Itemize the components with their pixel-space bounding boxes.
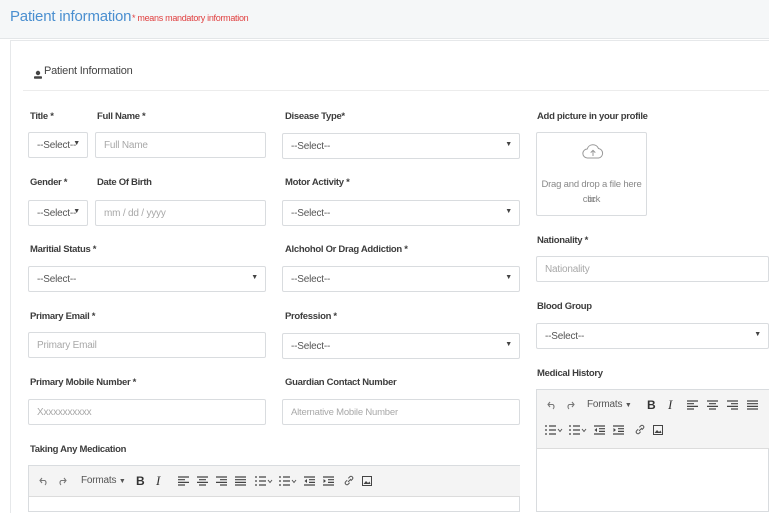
- taking-medication-label: Taking Any Medication: [30, 444, 127, 455]
- mandatory-note: * means mandatory information: [132, 13, 249, 23]
- upload-cloud-icon: [582, 143, 604, 166]
- primary-mobile-input[interactable]: [28, 399, 266, 425]
- align-center-icon[interactable]: [707, 400, 718, 410]
- motor-activity-label: Motor Activity *: [285, 177, 350, 188]
- formats-dropdown[interactable]: Formats ▼: [587, 399, 632, 410]
- caret-down-icon: ▼: [624, 402, 632, 409]
- link-icon[interactable]: [344, 475, 354, 486]
- disease-type-label: Disease Type*: [285, 111, 345, 122]
- page-title: Patient information: [10, 8, 132, 25]
- align-right-icon[interactable]: [216, 476, 227, 486]
- outdent-icon[interactable]: [594, 425, 605, 435]
- undo-icon[interactable]: [39, 476, 49, 486]
- formats-dropdown[interactable]: Formats ▼: [81, 475, 126, 486]
- image-icon[interactable]: [362, 476, 372, 486]
- editor-toolbar: Formats ▼ B I: [29, 466, 520, 497]
- bold-button[interactable]: B: [136, 474, 145, 488]
- bullet-list-icon[interactable]: [255, 476, 273, 486]
- disease-type-select[interactable]: --Select-- ▼: [282, 133, 520, 159]
- title-select-value: --Select--: [37, 140, 77, 151]
- motor-activity-value: --Select--: [291, 208, 331, 219]
- caret-down-icon: ▼: [505, 341, 512, 348]
- disease-type-value: --Select--: [291, 141, 331, 152]
- marital-status-select[interactable]: --Select-- ▼: [28, 266, 266, 292]
- title-label: Title *: [30, 111, 54, 122]
- profession-select[interactable]: --Select-- ▼: [282, 333, 520, 359]
- undo-icon[interactable]: [547, 400, 557, 410]
- guardian-contact-input[interactable]: [282, 399, 520, 425]
- marital-status-value: --Select--: [37, 274, 77, 285]
- indent-icon[interactable]: [323, 476, 334, 486]
- primary-mobile-label: Primary Mobile Number *: [30, 377, 137, 388]
- gender-label: Gender *: [30, 177, 68, 188]
- nationality-label: Nationality *: [537, 235, 588, 246]
- align-justify-icon[interactable]: [235, 476, 246, 486]
- italic-button[interactable]: I: [156, 473, 160, 489]
- formats-label: Formats: [587, 399, 623, 410]
- dob-input[interactable]: [95, 200, 266, 226]
- profession-value: --Select--: [291, 341, 331, 352]
- primary-email-label: Primary Email *: [30, 311, 96, 322]
- gender-select[interactable]: --Select-- ▼: [28, 200, 88, 226]
- addiction-select[interactable]: --Select-- ▼: [282, 266, 520, 292]
- section-divider: [23, 90, 769, 91]
- title-select[interactable]: --Select-- ▼: [28, 132, 88, 158]
- caret-down-icon: ▼: [73, 140, 80, 147]
- dropzone-text-line2: click: [582, 194, 601, 205]
- redo-icon[interactable]: [565, 400, 575, 410]
- addiction-label: Alchohol Or Drag Addiction *: [285, 244, 408, 255]
- medical-history-editor[interactable]: Formats ▼ B I: [536, 389, 769, 512]
- caret-down-icon: ▼: [505, 274, 512, 281]
- profile-picture-label: Add picture in your profile: [537, 111, 648, 122]
- indent-icon[interactable]: [613, 425, 624, 435]
- medical-history-label: Medical History: [537, 368, 603, 379]
- guardian-contact-label: Guardian Contact Number: [285, 377, 397, 388]
- redo-icon[interactable]: [57, 476, 67, 486]
- numbered-list-icon[interactable]: [569, 425, 587, 435]
- motor-activity-select[interactable]: --Select-- ▼: [282, 200, 520, 226]
- numbered-list-icon[interactable]: [279, 476, 297, 486]
- section-title: Patient Information: [44, 65, 133, 77]
- caret-down-icon: ▼: [73, 208, 80, 215]
- blood-group-select[interactable]: --Select-- ▼: [536, 323, 769, 349]
- outdent-icon[interactable]: [304, 476, 315, 486]
- image-icon[interactable]: [653, 425, 663, 435]
- bold-button[interactable]: B: [647, 398, 656, 412]
- caret-down-icon: ▼: [754, 331, 761, 338]
- addiction-value: --Select--: [291, 274, 331, 285]
- blood-group-value: --Select--: [545, 331, 585, 342]
- align-left-icon[interactable]: [178, 476, 189, 486]
- align-left-icon[interactable]: [687, 400, 698, 410]
- align-justify-icon[interactable]: [747, 400, 758, 410]
- full-name-label: Full Name *: [97, 111, 146, 122]
- dob-label: Date Of Birth: [97, 177, 152, 188]
- primary-email-input[interactable]: [28, 332, 266, 358]
- align-right-icon[interactable]: [727, 400, 738, 410]
- caret-down-icon: ▼: [251, 274, 258, 281]
- link-icon[interactable]: [635, 424, 645, 435]
- nationality-input[interactable]: [536, 256, 769, 282]
- editor-toolbar: Formats ▼ B I: [537, 390, 769, 449]
- user-icon: [33, 67, 43, 79]
- full-name-input[interactable]: [95, 132, 266, 158]
- italic-button[interactable]: I: [668, 397, 672, 413]
- formats-label: Formats: [81, 475, 117, 486]
- bullet-list-icon[interactable]: [545, 425, 563, 435]
- gender-select-value: --Select--: [37, 208, 77, 219]
- profession-label: Profession *: [285, 311, 337, 322]
- marital-status-label: Maritial Status *: [30, 244, 97, 255]
- caret-down-icon: ▼: [505, 141, 512, 148]
- profile-picture-dropzone[interactable]: Drag and drop a file here or click: [536, 132, 647, 216]
- caret-down-icon: ▼: [505, 208, 512, 215]
- blood-group-label: Blood Group: [537, 301, 592, 312]
- align-center-icon[interactable]: [197, 476, 208, 486]
- taking-medication-editor[interactable]: Formats ▼ B I: [28, 465, 520, 512]
- caret-down-icon: ▼: [118, 478, 126, 485]
